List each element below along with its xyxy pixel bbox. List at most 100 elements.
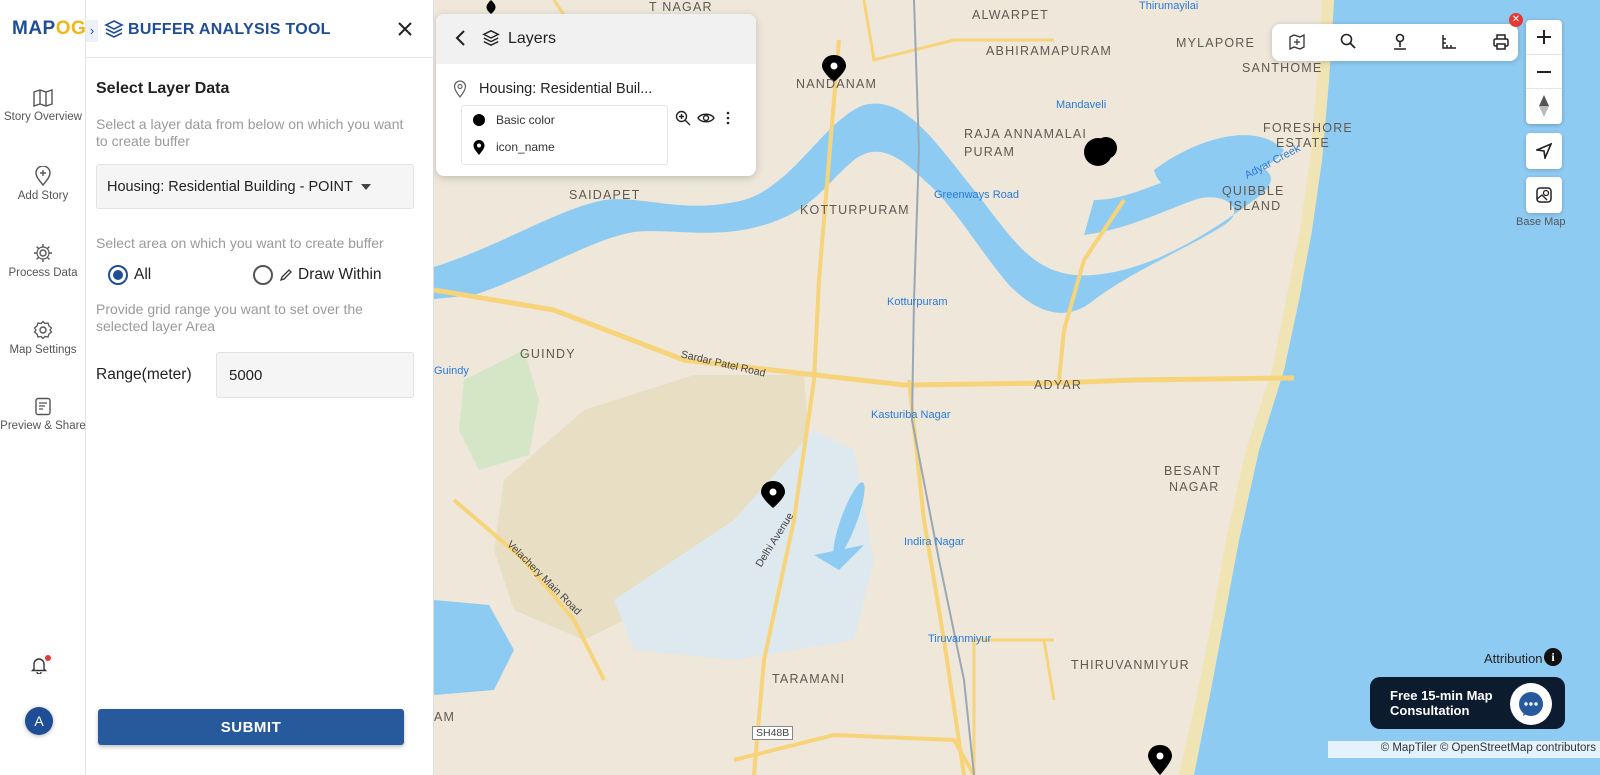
pencil-icon: [279, 269, 292, 282]
base-map-button[interactable]: [1526, 177, 1562, 213]
gear-icon: [33, 320, 53, 340]
map-label-am: AM: [434, 710, 456, 724]
map-label-kasturiba: Kasturiba Nagar: [871, 409, 951, 421]
black-circle-swatch-icon: [473, 114, 485, 126]
layer-legend: Basic color icon_name: [461, 105, 668, 165]
plus-icon: [1537, 30, 1551, 44]
preview-icon: [35, 397, 51, 416]
map-label-adyar: ADYAR: [1034, 378, 1083, 392]
zoom-in-button[interactable]: [1526, 20, 1562, 54]
close-icon: [398, 22, 412, 36]
avatar[interactable]: A: [25, 707, 53, 735]
radio-all-label: All: [134, 266, 152, 283]
map-label-indira-nagar: Indira Nagar: [904, 536, 965, 548]
consultation-text: Free 15-min Map Consultation: [1390, 688, 1493, 718]
print-icon[interactable]: [1492, 33, 1510, 51]
area-help: Select area on which you want to create …: [96, 235, 384, 251]
info-icon[interactable]: i: [1544, 648, 1562, 666]
map-label-nandanam: NANDANAM: [796, 77, 878, 91]
close-panel-button[interactable]: [394, 18, 416, 40]
range-label: Range(meter): [96, 366, 192, 383]
select-layer-heading: Select Layer Data: [96, 80, 230, 97]
chat-button[interactable]: [1510, 683, 1552, 725]
consultation-banner[interactable]: Free 15-min Map Consultation: [1370, 677, 1565, 729]
map-label-alwarpet: ALWARPET: [972, 8, 1049, 22]
map-label-tnagar: T NAGAR: [649, 0, 713, 14]
logo[interactable]: MAPOG: [12, 18, 86, 40]
map-icon: [33, 89, 53, 107]
layers-panel-header: Layers: [436, 14, 756, 64]
more-vertical-icon[interactable]: [725, 110, 731, 126]
zoom-out-button[interactable]: [1526, 54, 1562, 88]
map-label-kotturpuram-station: Kotturpuram: [887, 296, 948, 308]
map-label-besant: BESANT: [1164, 464, 1222, 478]
eye-icon[interactable]: [697, 112, 715, 124]
layer-name[interactable]: Housing: Residential Buil...: [479, 81, 652, 97]
rail-item-story-overview[interactable]: Story Overview: [0, 89, 86, 124]
notification-dot: [45, 655, 51, 661]
zoom-to-layer-icon[interactable]: [675, 110, 691, 126]
map-label-santhome: SANTHOME: [1242, 61, 1323, 75]
map-label-nagar: NAGAR: [1169, 480, 1220, 494]
map-label-greenways: Greenways Road: [934, 189, 1019, 201]
radio-all-indicator: [108, 265, 128, 285]
rail-item-add-story[interactable]: Add Story: [0, 166, 86, 203]
back-arrow-icon[interactable]: [454, 29, 466, 47]
layers-panel-title: Layers: [508, 30, 557, 47]
map-label-tiruvanmiyur-station: Tiruvanmiyur: [928, 633, 992, 645]
map-extent-icon[interactable]: [1288, 33, 1306, 51]
map-label-foreshore: FORESHORE: [1263, 121, 1353, 135]
layer-select-value: Housing: Residential Building - POINT: [107, 179, 353, 195]
map-label-guindy-station: Guindy: [434, 365, 469, 377]
rail-item-preview-share[interactable]: Preview & Share: [0, 397, 86, 433]
navigation-arrow-icon: [1534, 142, 1553, 161]
app-root: MAPOG Story Overview Add Story Process D…: [0, 0, 1600, 775]
map-label-guindy: GUINDY: [520, 347, 576, 361]
search-icon[interactable]: [1340, 33, 1356, 49]
map-label-abhiramapuram: ABHIRAMAPURAM: [986, 44, 1113, 58]
left-rail: MAPOG Story Overview Add Story Process D…: [0, 0, 86, 775]
map-label-sh48b: SH48B: [752, 726, 794, 740]
rail-item-map-settings[interactable]: Map Settings: [0, 320, 86, 357]
map-label-thirumayilai: Thirumayilai: [1139, 0, 1199, 12]
collapse-panel-button[interactable]: ›: [86, 20, 98, 42]
location-pin-icon: [473, 140, 485, 155]
rail-item-label: Story Overview: [4, 111, 82, 123]
logo-text-main: MAP: [12, 18, 56, 39]
layers-stack-icon: [482, 29, 500, 47]
measure-icon[interactable]: [1440, 33, 1458, 51]
range-input[interactable]: [216, 352, 414, 398]
radio-draw-indicator: [253, 265, 273, 285]
location-marker-icon[interactable]: [1392, 33, 1408, 51]
legend-label: Basic color: [496, 113, 555, 127]
layer-select-dropdown[interactable]: Housing: Residential Building - POINT: [96, 164, 414, 209]
rail-item-process-data[interactable]: Process Data: [0, 243, 86, 280]
radio-all[interactable]: All: [108, 265, 178, 287]
radio-draw-within[interactable]: Draw Within: [253, 265, 403, 287]
gear-process-icon: [34, 244, 52, 262]
add-location-icon: [35, 166, 51, 186]
submit-button[interactable]: SUBMIT: [98, 709, 404, 745]
map-label-mandaveli: Mandaveli: [1056, 99, 1107, 111]
map-label-island: ISLAND: [1229, 199, 1282, 213]
map-label-puram: PURAM: [964, 145, 1016, 159]
buffer-panel: › BUFFER ANALYSIS TOOL Select Layer Data…: [86, 0, 434, 775]
layers-panel: Layers Housing: Residential Buil... Basi…: [436, 14, 756, 176]
map-label-kotturpuram: KOTTURPURAM: [800, 203, 910, 217]
attribution-label: Attribution: [1484, 651, 1543, 666]
rail-item-label: Process Data: [8, 267, 78, 279]
map-canvas[interactable]: T NAGAR ALWARPET Thirumayilai ABHIRAMAPU…: [434, 0, 1600, 775]
logo-text-accent: OG: [55, 18, 87, 39]
toolbar-close-button[interactable]: ✕: [1509, 13, 1523, 27]
compass-button[interactable]: [1526, 88, 1562, 124]
map-toolbar: [1272, 24, 1518, 61]
rail-item-label: Map Settings: [9, 344, 77, 356]
rail-item-label: Preview & Share: [0, 420, 86, 432]
locate-me-button[interactable]: [1526, 133, 1562, 169]
base-map-label: Base Map: [1516, 216, 1566, 228]
radio-draw-label: Draw Within: [298, 266, 382, 283]
map-label-saidapet: SAIDAPET: [569, 188, 641, 202]
base-map-icon: [1536, 187, 1552, 203]
grid-help: Provide grid range you want to set over …: [96, 301, 363, 334]
select-layer-help: Select a layer data from below on which …: [96, 116, 404, 149]
